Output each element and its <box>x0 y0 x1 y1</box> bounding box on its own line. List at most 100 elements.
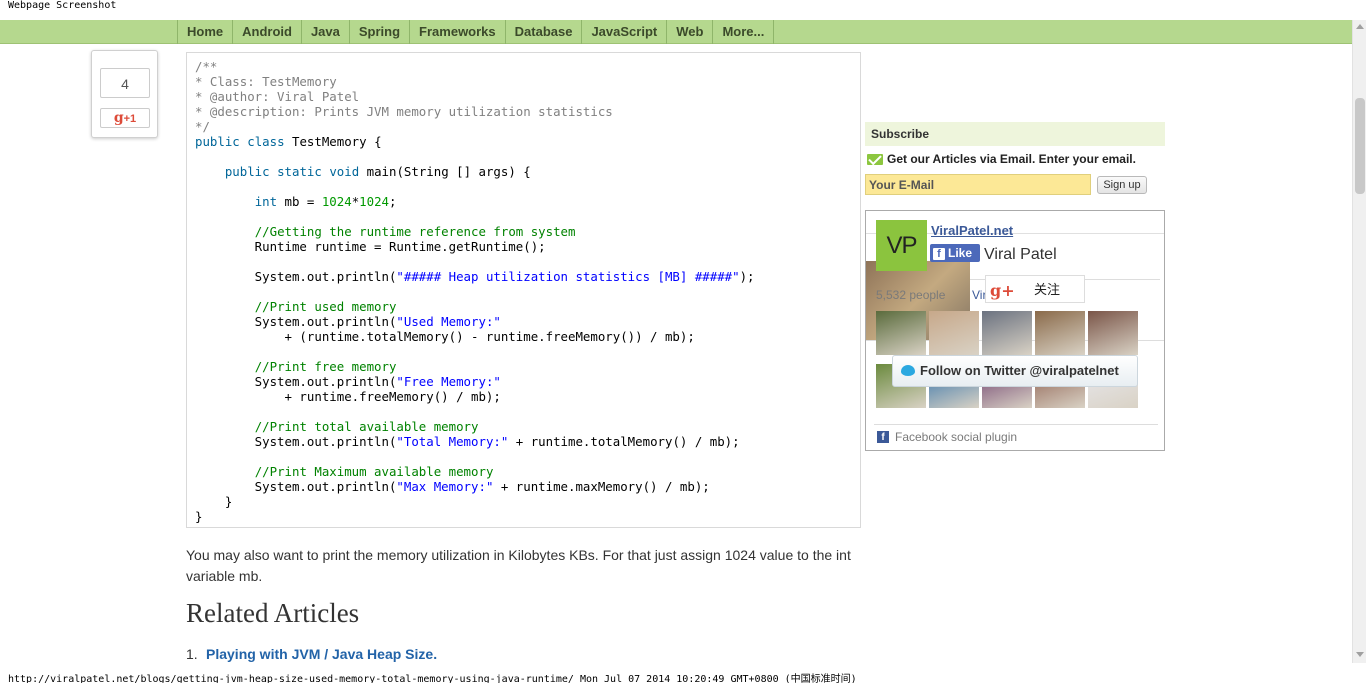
code-token: * @author: Viral Patel <box>195 89 360 104</box>
owner-name: Viral Patel <box>984 246 1057 263</box>
article-paragraph: You may also want to print the memory ut… <box>186 547 851 584</box>
code-token: System.out.println( <box>195 374 397 389</box>
code-token: main(String [] args) { <box>359 164 531 179</box>
main-navbar: Home Android Java Spring Frameworks Database J… <box>0 20 1352 44</box>
code-token: + runtime.freeMemory() / mb); <box>195 389 501 404</box>
code-token: } <box>195 494 233 509</box>
code-line: System.out.println("Max Memory:" + runti… <box>195 479 852 494</box>
code-line: //Print total available memory <box>195 419 852 434</box>
code-token: /** <box>195 59 218 74</box>
fan-avatar[interactable] <box>1088 311 1138 355</box>
code-token: ; <box>389 194 397 209</box>
code-line: } <box>195 509 852 524</box>
code-line: } <box>195 494 852 509</box>
code-token: "Total Memory:" <box>396 434 509 449</box>
code-line: int mb = 1024*1024; <box>195 194 852 209</box>
code-token: */ <box>195 119 210 134</box>
scroll-thumb[interactable] <box>1355 98 1365 194</box>
fb-likes-count: 5,532 people <box>876 288 946 302</box>
code-token: 1024 <box>321 194 352 209</box>
related-article-link[interactable]: Playing with JVM / Java Heap Size. <box>206 646 437 662</box>
fb-like-label: Like <box>948 246 973 260</box>
gplus-follow-button[interactable]: g+ 关注 <box>985 275 1085 303</box>
code-token: System.out.println( <box>195 434 397 449</box>
code-token: mb = <box>277 194 322 209</box>
code-token: int <box>254 194 278 209</box>
code-token: //Print used memory <box>254 299 397 314</box>
code-token: TestMemory { <box>284 134 382 149</box>
facebook-icon: f <box>877 431 889 443</box>
fb-like-button[interactable]: f Like <box>930 244 980 262</box>
code-token: + (runtime.totalMemory() - runtime.freeM… <box>195 329 695 344</box>
code-token: //Print total available memory <box>254 419 479 434</box>
code-block: /** * Class: TestMemory * @author: Viral P… <box>186 52 861 528</box>
code-line: //Print used memory <box>195 299 852 314</box>
code-token: static <box>277 164 322 179</box>
nav-item-web[interactable]: Web <box>666 20 712 44</box>
code-line: /** <box>195 59 852 74</box>
scroll-up-icon[interactable] <box>1356 24 1364 29</box>
code-token: * Class: TestMemory <box>195 74 337 89</box>
signup-button[interactable]: Sign up <box>1097 176 1147 194</box>
nav-item-android[interactable]: Android <box>232 20 301 44</box>
fan-avatar[interactable] <box>876 311 926 355</box>
page-scrollbar[interactable] <box>1352 20 1366 663</box>
nav-item-database[interactable]: Database <box>504 20 582 44</box>
code-line: public static void main(String [] args) … <box>195 164 852 179</box>
code-line: System.out.println("##### Heap utilizati… <box>195 269 852 284</box>
twitter-bird-icon <box>901 365 915 376</box>
fb-page-name-link[interactable]: ViralPatel.net <box>931 223 1013 238</box>
fan-avatar[interactable] <box>929 311 979 355</box>
nav-item-javascript[interactable]: JavaScript <box>581 20 666 44</box>
nav-item-more[interactable]: More... <box>712 20 775 44</box>
gplus-icon: g <box>113 110 124 126</box>
gplus-follow-label: 关注 <box>1034 282 1061 297</box>
code-line: //Print free memory <box>195 359 852 374</box>
fan-avatar[interactable] <box>1035 311 1085 355</box>
nav-item-frameworks[interactable]: Frameworks <box>409 20 505 44</box>
nav-item-java[interactable]: Java <box>300 20 349 44</box>
nav-item-spring[interactable]: Spring <box>348 20 409 44</box>
code-token: System.out.println( <box>195 269 397 284</box>
code-token: public <box>224 164 270 179</box>
twitter-follow-button[interactable]: Follow on Twitter @viralpatelnet <box>892 355 1138 387</box>
code-line: //Print Maximum available memory <box>195 464 852 479</box>
code-token: * @description: Prints JVM memory utiliz… <box>195 104 613 119</box>
code-line: */ <box>195 119 852 134</box>
fan-avatar[interactable] <box>982 311 1032 355</box>
code-token: public <box>195 134 240 149</box>
email-prompt-row: Get our Articles via Email. Enter your e… <box>867 152 1136 166</box>
related-articles-list: 1. Playing with JVM / Java Heap Size. <box>186 646 437 662</box>
fb-social-plugin-footer[interactable]: f Facebook social plugin <box>877 430 1017 444</box>
nav-item-home[interactable]: Home <box>177 20 232 44</box>
gplus-one-button[interactable]: g+1 <box>100 108 150 128</box>
viralpatel-logo[interactable]: VP <box>876 220 927 271</box>
code-token: 1024 <box>359 194 389 209</box>
code-line: * Class: TestMemory <box>195 74 852 89</box>
screenshot-footer-url: http://viralpatel.net/blogs/getting-jvm-… <box>8 674 857 683</box>
scroll-down-icon[interactable] <box>1356 652 1364 657</box>
code-token: //Getting the runtime reference from sys… <box>254 224 576 239</box>
code-line: System.out.println("Total Memory:" + run… <box>195 434 852 449</box>
code-token: //Print Maximum available memory <box>254 464 494 479</box>
code-token: } <box>195 509 203 524</box>
code-token: class <box>247 134 285 149</box>
email-input[interactable] <box>865 174 1091 195</box>
mail-icon <box>867 153 883 165</box>
code-line: + (runtime.totalMemory() - runtime.freeM… <box>195 329 852 344</box>
code-line: * @description: Prints JVM memory utiliz… <box>195 104 852 119</box>
subscribe-title: Subscribe <box>865 122 1165 146</box>
email-prompt: Get our Articles via Email. Enter your e… <box>887 152 1136 166</box>
